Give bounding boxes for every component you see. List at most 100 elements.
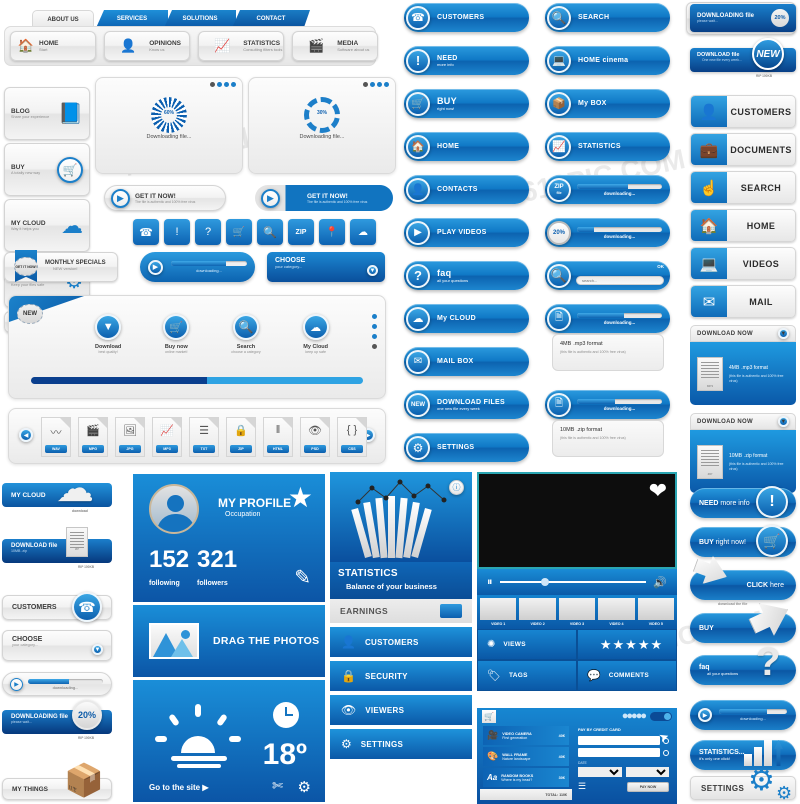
cart-item[interactable]: Aa RANDOM BOOKS Where is my head? 30€ [483, 768, 569, 787]
edit-icon[interactable]: ✎ [294, 568, 311, 588]
filetype-item[interactable]: ☰ TXT [189, 417, 219, 457]
prev-arrow-icon[interactable]: ◀ [19, 428, 33, 442]
download-icon[interactable] [384, 82, 389, 87]
cart-item[interactable]: 🎥 VIDEO CAMERA First generation 40€ [483, 726, 569, 745]
comment-icon[interactable] [217, 82, 222, 87]
button-settings[interactable]: ⚙ SETTINGS [404, 433, 529, 462]
progress-bar[interactable] [577, 398, 662, 404]
filetype-item[interactable]: 🔒 ZIP [226, 417, 256, 457]
carousel-prev-button[interactable]: ◀ [201, 377, 206, 385]
pin-icon[interactable]: 📍 [319, 219, 345, 245]
file-download-mp3[interactable]: 🗎 downloading... [545, 304, 670, 333]
download-icon[interactable]: ▼ [778, 328, 789, 339]
choose-tile[interactable]: CHOOSE your category... ▼ [2, 630, 112, 661]
right-menu-customers[interactable]: 👤 CUSTOMERS [690, 95, 796, 128]
button-home[interactable]: 🏠 HOME [404, 132, 529, 161]
search-icon[interactable]: 🔍 [257, 219, 283, 245]
carousel-item-my-cloud[interactable]: ☁ My Cloud keep up safe [302, 314, 329, 354]
nav-card-home[interactable]: 🏠 HOME Start [10, 31, 96, 61]
search-ok-label[interactable]: OK [576, 264, 664, 269]
carousel-next-button[interactable]: ▶ [217, 377, 222, 385]
pay-now-button[interactable]: PAY NOW [627, 781, 669, 792]
info-icon[interactable] [377, 82, 382, 87]
share-icon[interactable] [210, 82, 215, 87]
download-icon[interactable]: ▼ [778, 416, 789, 427]
download-icon[interactable] [231, 82, 236, 87]
volume-icon[interactable]: 🔊 [653, 576, 667, 589]
right-menu-documents[interactable]: 💼 DOCUMENTS [690, 133, 796, 166]
right-menu-mail[interactable]: ✉ MAIL [690, 285, 796, 318]
filetype-item[interactable]: 📈 MP3 [152, 417, 182, 457]
get-it-now-button-right[interactable]: ▶ GET IT NOW! The file is authentic and … [255, 185, 393, 211]
button-zip-download[interactable]: ZIP file downloading... [545, 175, 670, 204]
download-file-tile[interactable]: DOWNLOAD file 10MB .zip [2, 539, 112, 563]
download-progress-tile[interactable]: ▶ downloading... [2, 672, 112, 696]
puzzle-icon[interactable] [372, 314, 377, 319]
chevron-down-icon[interactable]: ▼ [367, 265, 378, 276]
search-icon[interactable]: 🔍 [547, 263, 571, 288]
button-contacts[interactable]: 👤 CONTACTS [404, 175, 529, 204]
card-name-field[interactable] [578, 748, 660, 757]
sidebar-item-blog[interactable]: BLOG Share your experience 📘 [4, 87, 90, 140]
toggle-icon[interactable] [650, 711, 672, 721]
filetype-item[interactable]: 🖼 JPG [115, 417, 145, 457]
video-thumbnail[interactable]: VIDEO 4 [598, 598, 635, 629]
radio-icon[interactable] [663, 749, 669, 756]
stat-row-customers[interactable]: 👤 CUSTOMERS [330, 627, 472, 657]
drag-photos-card[interactable]: DRAG THE PHOTOS [133, 605, 325, 677]
basket-icon[interactable]: 🛒 [482, 709, 496, 723]
right-menu-search[interactable]: ☝ SEARCH [690, 171, 796, 204]
progress-bar[interactable] [577, 226, 662, 232]
stat-row-settings[interactable]: ⚙ SETTINGS [330, 729, 472, 759]
date-month-select[interactable] [578, 767, 622, 777]
video-seek-bar[interactable] [499, 578, 647, 586]
go-to-site-link[interactable]: Go to the site ▶ [149, 783, 209, 792]
heart-icon[interactable]: ❤ [649, 480, 667, 502]
downloading-file-banner[interactable]: DOWNLOADING file please wait... 20% [690, 4, 796, 32]
filetype-item[interactable]: { } CSS [337, 417, 367, 457]
button-statistics[interactable]: 📈 STATISTICS [545, 132, 670, 161]
button-need-more-info[interactable]: ! NEED more info [404, 46, 529, 75]
button-customers[interactable]: ☎ CUSTOMERS [404, 3, 529, 32]
exclamation-icon[interactable]: ! [164, 219, 190, 245]
right-menu-home[interactable]: 🏠 HOME [690, 209, 796, 242]
chevron-down-icon[interactable]: ▼ [92, 644, 103, 655]
progress-bar[interactable] [28, 678, 103, 684]
search-input[interactable] [576, 276, 664, 285]
date-year-select[interactable] [625, 767, 669, 777]
folder-icon[interactable] [440, 604, 462, 618]
play-icon[interactable]: ▶ [698, 708, 712, 722]
video-thumbnail[interactable]: VIDEO 5 [637, 598, 675, 629]
monthly-specials-card[interactable]: GET IT NOW! MONTHLY SPECIALS NEW version… [4, 250, 118, 282]
cloud-icon[interactable]: ☁ [350, 219, 376, 245]
button-download-progress[interactable]: ▶ downloading... [690, 700, 796, 730]
star-icon[interactable]: ★ [288, 484, 313, 512]
button-mail-box[interactable]: ✉ MAIL BOX [404, 347, 529, 376]
get-it-now-button-left[interactable]: ▶ GET IT NOW! The file is authentic and … [104, 185, 226, 211]
carousel-item-buy-now[interactable]: 🛒 Buy now online market! [163, 314, 190, 354]
info-icon[interactable] [372, 334, 377, 339]
basket-icon[interactable]: 🛒 [226, 219, 252, 245]
share-icon[interactable] [372, 344, 377, 349]
sidebar-item-my-cloud[interactable]: MY CLOUD Way it helps you ☁ [4, 199, 90, 252]
video-cell-comments[interactable]: 💬 COMMENTS [577, 660, 677, 691]
filetype-item[interactable]: 👁 PSD [300, 417, 330, 457]
share-icon[interactable]: ✄ [272, 778, 283, 794]
sidebar-item-buy[interactable]: BUY A totally new way 🛒 [4, 143, 90, 196]
nav-card-statistics[interactable]: 📈 STATISTICS Consulting filters tools [198, 31, 284, 61]
progress-bar[interactable] [577, 183, 662, 189]
choose-button[interactable]: CHOOSE your category... ▼ [267, 252, 385, 282]
pause-icon[interactable]: ⏸ [487, 576, 493, 589]
progress-bar[interactable] [577, 312, 662, 318]
download-progress-pill[interactable]: ▶ downloading... [140, 252, 255, 282]
phone-icon[interactable]: ☎ [133, 219, 159, 245]
nav-card-media[interactable]: 🎬 MEDIA Software about us [292, 31, 378, 61]
button-buy[interactable]: 🛒 BUY right now! [404, 89, 529, 118]
nav-card-opinions[interactable]: 👤 OPINIONS Know us [104, 31, 190, 61]
avatar[interactable] [149, 484, 199, 534]
comment-icon[interactable] [370, 82, 375, 87]
filetype-item[interactable]: 🎬 MPG [78, 417, 108, 457]
filetype-item[interactable]: 〰 WAV [41, 417, 71, 457]
button-search[interactable]: 🔍 SEARCH [545, 3, 670, 32]
user-icon[interactable] [372, 324, 377, 329]
